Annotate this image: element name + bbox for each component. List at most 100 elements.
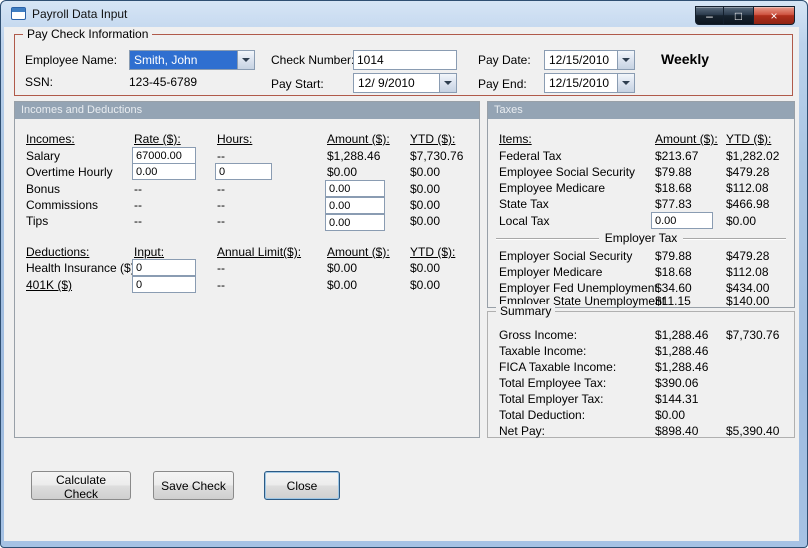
tax-row-ytd: $466.98: [726, 197, 770, 211]
salary-rate-input[interactable]: [132, 147, 196, 164]
commissions-label: Commissions: [26, 198, 99, 212]
app-icon[interactable]: [11, 7, 26, 20]
pay-start-value: 12/ 9/2010: [358, 76, 415, 90]
employee-name-dropdown-button[interactable]: [237, 51, 254, 69]
payroll-window: Payroll Data Input – □ × Pay Check Infor…: [0, 0, 808, 548]
bonus-ytd: $0.00: [410, 182, 441, 196]
pay-end-dropdown-button[interactable]: [617, 74, 634, 92]
pay-start-picker[interactable]: 12/ 9/2010: [353, 73, 457, 93]
incomes-col-ytd: YTD ($):: [410, 132, 456, 146]
pay-end-value: 12/15/2010: [549, 76, 610, 90]
salary-amount: $1,288.46: [327, 149, 381, 163]
check-number-input[interactable]: [353, 50, 457, 70]
pay-start-label: Pay Start:: [271, 77, 324, 91]
taxes-col-amount: Amount ($):: [655, 132, 718, 146]
local-tax-input[interactable]: [651, 212, 713, 229]
health-insurance-input[interactable]: [132, 259, 196, 276]
summary-row-label: Taxable Income:: [499, 344, 587, 358]
incomes-deductions-panel: Incomes and Deductions Incomes: Rate ($)…: [14, 101, 480, 438]
chevron-down-icon: [622, 58, 630, 62]
summary-row-label: FICA Taxable Income:: [499, 360, 617, 374]
employer-tax-divider: Employer Tax: [496, 231, 787, 245]
overtime-rate-input[interactable]: [132, 163, 196, 180]
tips-rate: --: [134, 214, 142, 228]
close-button[interactable]: Close: [264, 471, 340, 500]
employee-name-label: Employee Name:: [25, 53, 118, 67]
employer-tax-row-label: Employer Social Security: [499, 249, 633, 263]
tax-row-label: Local Tax: [499, 214, 550, 228]
window-title: Payroll Data Input: [32, 7, 128, 21]
minimize-button[interactable]: –: [695, 6, 724, 25]
commissions-amount-input[interactable]: [325, 197, 385, 214]
k401-link[interactable]: 401K ($): [26, 278, 72, 292]
salary-label: Salary: [26, 149, 61, 163]
commissions-hours: --: [217, 198, 225, 212]
summary-row-label: Gross Income:: [499, 328, 578, 342]
deductions-col-input: Input:: [134, 245, 165, 259]
employee-name-value: Smith, John: [130, 51, 237, 69]
check-number-label: Check Number:: [271, 53, 355, 67]
k401-input[interactable]: [132, 276, 196, 293]
taxes-col-items: Items:: [499, 132, 532, 146]
employee-name-combobox[interactable]: Smith, John: [129, 50, 255, 70]
tips-label: Tips: [26, 214, 49, 228]
health-insurance-amount: $0.00: [327, 261, 358, 275]
pay-date-picker[interactable]: 12/15/2010: [544, 50, 635, 70]
close-window-button[interactable]: ×: [753, 6, 795, 25]
employer-tax-row-amount: $34.60: [655, 281, 692, 295]
summary-row-label: Net Pay:: [499, 424, 546, 438]
tips-ytd: $0.00: [410, 214, 441, 228]
titlebar[interactable]: Payroll Data Input – □ ×: [1, 1, 807, 27]
summary-row-amount: $390.06: [655, 376, 699, 390]
calculate-check-button[interactable]: Calculate Check: [31, 471, 131, 501]
employer-tax-row-ytd: $479.28: [726, 249, 770, 263]
client-area: Pay Check Information Employee Name: Smi…: [4, 27, 799, 541]
employer-tax-row-ytd: $140.00: [726, 294, 770, 308]
k401-amount: $0.00: [327, 278, 358, 292]
pay-start-dropdown-button[interactable]: [439, 74, 456, 92]
tax-row-amount: $79.88: [655, 165, 692, 179]
summary-groupbox: Summary Gross Income: $1,288.46 $7,730.7…: [487, 304, 795, 438]
maximize-button[interactable]: □: [724, 6, 753, 25]
summary-row-amount: $0.00: [655, 408, 686, 422]
summary-row-label: Total Employer Tax:: [499, 392, 604, 406]
app-icon-bar: [12, 8, 25, 12]
summary-row-amount: $898.40: [655, 424, 699, 438]
pay-end-label: Pay End:: [478, 77, 527, 91]
chevron-down-icon: [444, 81, 452, 85]
overtime-hours-input[interactable]: [215, 163, 272, 180]
incomes-col-name: Incomes:: [26, 132, 75, 146]
health-insurance-limit: --: [217, 261, 225, 275]
tax-row-ytd: $479.28: [726, 165, 770, 179]
tax-row-amount: $18.68: [655, 181, 692, 195]
pay-date-label: Pay Date:: [478, 53, 531, 67]
bonus-rate: --: [134, 182, 142, 196]
overtime-amount: $0.00: [327, 165, 358, 179]
tips-amount-input[interactable]: [325, 214, 385, 231]
salary-ytd: $7,730.76: [410, 149, 464, 163]
deductions-col-amount: Amount ($):: [327, 245, 390, 259]
employer-tax-row-label: Employer Fed Unemployment: [499, 281, 658, 295]
summary-row-label: Total Deduction:: [499, 408, 586, 422]
paycheck-info-legend: Pay Check Information: [23, 27, 153, 41]
employer-tax-row-amount: $11.15: [655, 294, 691, 308]
salary-hours: --: [217, 149, 225, 163]
ssn-value: 123-45-6789: [129, 75, 198, 89]
summary-row-amount: $1,288.46: [655, 344, 709, 358]
bonus-amount-input[interactable]: [325, 180, 385, 197]
employer-tax-header: Employer Tax: [604, 231, 678, 245]
tax-row-amount: $77.83: [655, 197, 692, 211]
pay-date-dropdown-button[interactable]: [617, 51, 634, 69]
caption-buttons: – □ ×: [695, 6, 795, 25]
ssn-label: SSN:: [25, 75, 54, 89]
divider-line: [683, 237, 787, 239]
pay-frequency-label: Weekly: [661, 51, 709, 67]
deductions-col-limit: Annual Limit($):: [217, 245, 302, 259]
summary-row-amount: $1,288.46: [655, 360, 709, 374]
tax-row-ytd: $0.00: [726, 214, 757, 228]
employer-tax-row-ytd: $434.00: [726, 281, 770, 295]
save-check-button[interactable]: Save Check: [153, 471, 234, 500]
taxes-col-ytd: YTD ($):: [726, 132, 772, 146]
deductions-col-name: Deductions:: [26, 245, 90, 259]
pay-end-picker[interactable]: 12/15/2010: [544, 73, 635, 93]
